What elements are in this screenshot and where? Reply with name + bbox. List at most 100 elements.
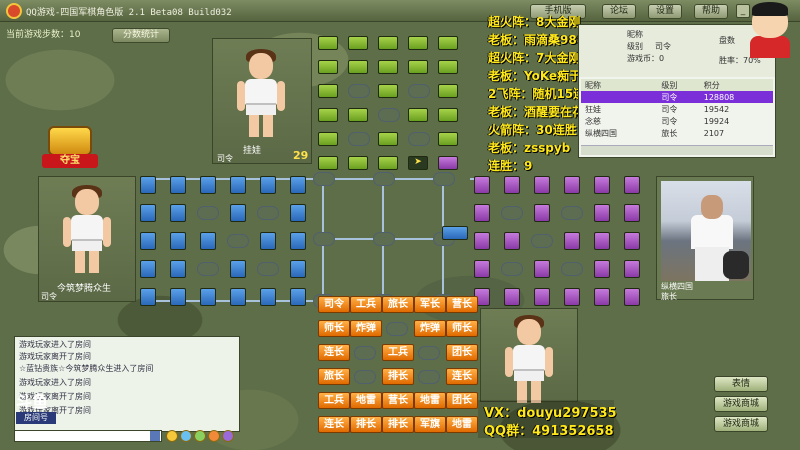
orange-piece[interactable]: 团长	[446, 392, 478, 409]
purple-piece[interactable]	[594, 232, 610, 250]
purple-piece[interactable]	[624, 176, 640, 194]
green-piece[interactable]	[438, 60, 458, 74]
board-station[interactable]	[227, 234, 249, 248]
orange-piece[interactable]: 排长	[382, 368, 414, 385]
orange-piece[interactable]: 军旗	[414, 416, 446, 433]
blue-piece[interactable]	[230, 288, 246, 306]
emoji-icon[interactable]	[180, 430, 192, 442]
green-piece[interactable]	[378, 84, 398, 98]
board-station[interactable]	[373, 232, 395, 246]
board-station[interactable]	[257, 262, 279, 276]
orange-piece[interactable]: 师长	[446, 320, 478, 337]
green-piece[interactable]	[438, 108, 458, 122]
board-station[interactable]	[418, 370, 440, 384]
help-button[interactable]: 帮助	[694, 4, 728, 19]
purple-piece[interactable]	[624, 232, 640, 250]
green-piece[interactable]	[408, 108, 428, 122]
green-piece[interactable]	[438, 84, 458, 98]
board-station[interactable]	[197, 262, 219, 276]
board-station[interactable]	[354, 346, 376, 360]
orange-piece[interactable]: 营长	[446, 296, 478, 313]
blue-piece[interactable]	[170, 232, 186, 250]
forum-button[interactable]: 论坛	[602, 4, 636, 19]
board-station[interactable]	[386, 322, 408, 336]
green-piece[interactable]	[318, 156, 338, 170]
orange-piece[interactable]: 连长	[446, 368, 478, 385]
ranking-scrollbar[interactable]	[581, 145, 773, 155]
orange-piece[interactable]: 地雷	[414, 392, 446, 409]
purple-piece[interactable]	[564, 176, 580, 194]
board-station[interactable]	[501, 262, 523, 276]
blue-piece[interactable]	[230, 204, 246, 222]
blue-piece[interactable]	[290, 204, 306, 222]
blue-piece[interactable]	[230, 176, 246, 194]
purple-piece[interactable]	[534, 204, 550, 222]
green-piece[interactable]	[318, 108, 338, 122]
purple-piece[interactable]	[438, 156, 458, 170]
shop-button[interactable]: 游戏商城	[714, 416, 768, 432]
board-station[interactable]	[348, 84, 370, 98]
orange-piece[interactable]: 团长	[446, 344, 478, 361]
blue-piece[interactable]	[140, 288, 156, 306]
table-row[interactable]: 念慈 司令 19924	[581, 115, 773, 127]
right-player-panel[interactable]: 纵横四国 旅长	[656, 176, 754, 301]
treasure-button[interactable]: 夺宝	[42, 122, 98, 170]
orange-piece[interactable]: 旅长	[382, 296, 414, 313]
green-piece[interactable]	[378, 156, 398, 170]
board-station[interactable]	[197, 206, 219, 220]
blue-piece[interactable]	[170, 288, 186, 306]
mall-button[interactable]: 游戏商城	[714, 396, 768, 412]
green-piece[interactable]	[348, 108, 368, 122]
purple-piece[interactable]	[624, 260, 640, 278]
green-piece[interactable]	[378, 132, 398, 146]
blue-piece[interactable]	[260, 288, 276, 306]
orange-piece[interactable]: 司令	[318, 296, 350, 313]
green-piece[interactable]	[378, 36, 398, 50]
left-player-panel[interactable]: 今筑梦腾众生 司令	[38, 176, 136, 302]
board-station[interactable]	[313, 172, 335, 186]
blue-piece[interactable]	[290, 176, 306, 194]
purple-piece[interactable]	[594, 204, 610, 222]
board-station[interactable]	[418, 346, 440, 360]
purple-piece[interactable]	[504, 232, 520, 250]
blue-piece[interactable]	[290, 232, 306, 250]
settings-button[interactable]: 设置	[648, 4, 682, 19]
green-piece[interactable]	[348, 36, 368, 50]
orange-piece[interactable]: 工兵	[318, 392, 350, 409]
board-station[interactable]	[354, 370, 376, 384]
orange-piece[interactable]: 工兵	[350, 296, 382, 313]
blue-piece[interactable]	[140, 176, 156, 194]
blue-piece[interactable]	[290, 260, 306, 278]
orange-piece[interactable]: 排长	[382, 416, 414, 433]
board-station[interactable]	[408, 132, 430, 146]
emoji-icon[interactable]	[194, 430, 206, 442]
chat-input[interactable]	[14, 430, 162, 442]
board-station[interactable]	[348, 132, 370, 146]
purple-piece[interactable]	[474, 176, 490, 194]
bottom-player-panel[interactable]	[480, 308, 578, 403]
emoji-icon[interactable]	[208, 430, 220, 442]
blue-piece[interactable]	[442, 226, 468, 240]
blue-piece[interactable]	[170, 204, 186, 222]
purple-piece[interactable]	[594, 288, 610, 306]
chat-send-icon[interactable]	[150, 431, 160, 441]
purple-piece[interactable]	[624, 204, 640, 222]
orange-piece[interactable]: 旅长	[318, 368, 350, 385]
blue-piece[interactable]	[170, 260, 186, 278]
table-row[interactable]: 纵横四国 旅长 2107	[581, 127, 773, 139]
green-piece[interactable]	[318, 36, 338, 50]
green-piece[interactable]	[318, 84, 338, 98]
green-piece[interactable]	[438, 36, 458, 50]
board-station[interactable]	[408, 84, 430, 98]
orange-piece[interactable]: 炸弹	[414, 320, 446, 337]
blue-piece[interactable]	[200, 232, 216, 250]
purple-piece[interactable]	[564, 232, 580, 250]
orange-piece[interactable]: 军长	[414, 296, 446, 313]
blue-piece[interactable]	[200, 176, 216, 194]
emoji-icon[interactable]	[166, 430, 178, 442]
orange-piece[interactable]: 营长	[382, 392, 414, 409]
green-piece[interactable]	[378, 60, 398, 74]
blue-piece[interactable]	[200, 288, 216, 306]
green-piece[interactable]	[438, 132, 458, 146]
purple-piece[interactable]	[504, 288, 520, 306]
